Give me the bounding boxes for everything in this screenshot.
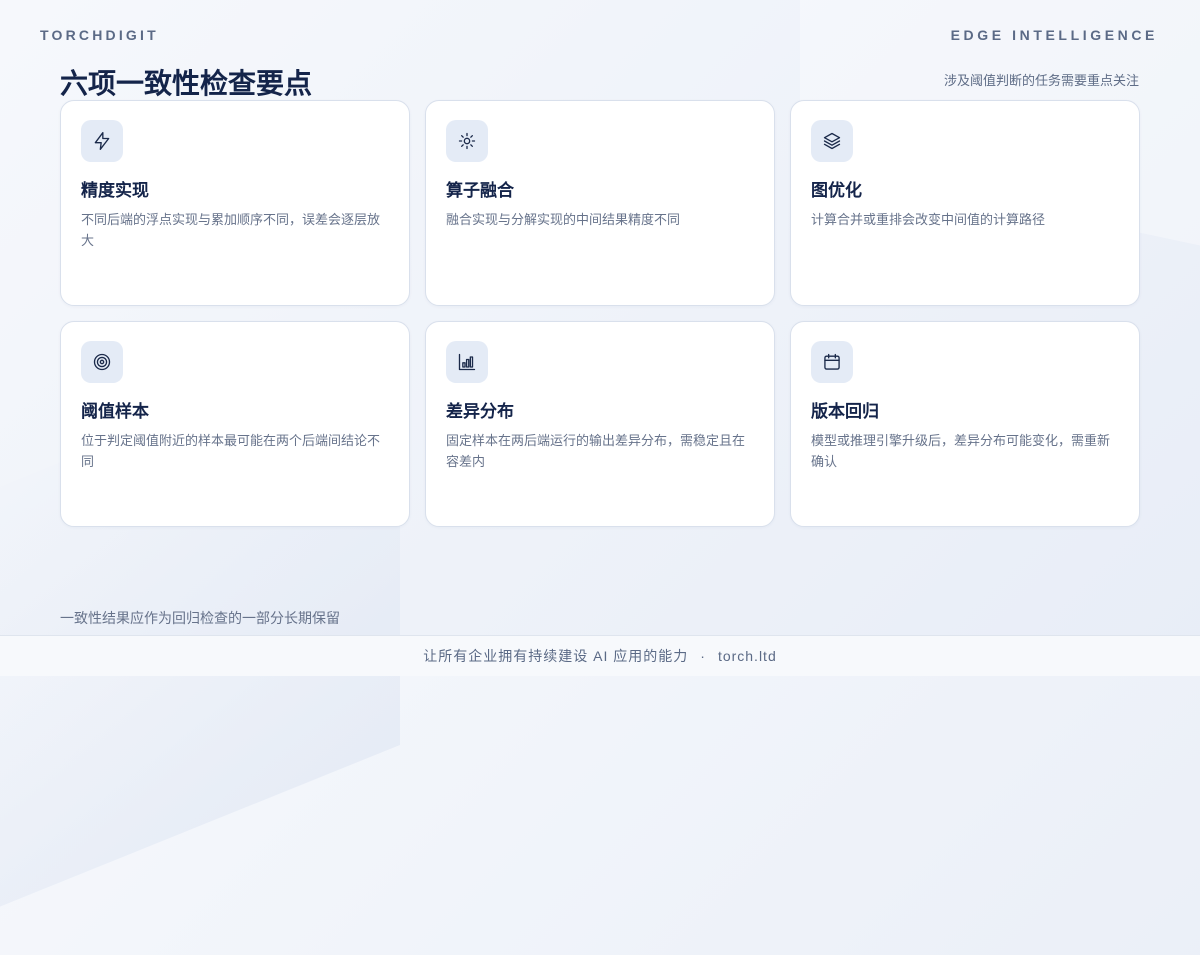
card-description: 不同后端的浮点实现与累加顺序不同，误差会逐层放大 bbox=[81, 212, 381, 248]
card-title: 差异分布 bbox=[446, 402, 514, 421]
card-precision: 精度实现 不同后端的浮点实现与累加顺序不同，误差会逐层放大 bbox=[60, 100, 410, 306]
card-title: 版本回归 bbox=[811, 402, 879, 421]
target-icon bbox=[81, 341, 123, 383]
card-description: 计算合并或重排会改变中间值的计算路径 bbox=[811, 212, 1046, 227]
card-title: 算子融合 bbox=[446, 181, 514, 200]
calendar-icon bbox=[811, 341, 853, 383]
page-subtitle: 涉及阈值判断的任务需要重点关注 bbox=[943, 73, 1139, 88]
card-description: 模型或推理引擎升级后，差异分布可能变化，需重新确认 bbox=[811, 433, 1111, 469]
card-graph-optimization: 图优化 计算合并或重排会改变中间值的计算路径 bbox=[790, 100, 1140, 306]
footer: 让所有企业拥有持续建设 AI 应用的能力 · torch.ltd bbox=[0, 635, 1200, 676]
brand-tagline: EDGE INTELLIGENCE bbox=[950, 27, 1158, 43]
layers-icon bbox=[811, 120, 853, 162]
sun-icon bbox=[446, 120, 488, 162]
card-description: 固定样本在两后端运行的输出差异分布，需稳定且在容差内 bbox=[446, 433, 746, 469]
card-description: 融合实现与分解实现的中间结果精度不同 bbox=[446, 212, 681, 227]
lightning-icon bbox=[81, 120, 123, 162]
footer-slogan: 让所有企业拥有持续建设 AI 应用的能力 bbox=[423, 648, 689, 664]
card-title: 精度实现 bbox=[81, 181, 149, 200]
footer-site-link[interactable]: torch.ltd bbox=[718, 648, 777, 664]
brand-logo-text: TORCHDIGIT bbox=[40, 27, 159, 43]
card-version-regression: 版本回归 模型或推理引擎升级后，差异分布可能变化，需重新确认 bbox=[790, 321, 1140, 527]
card-threshold-samples: 阈值样本 位于判定阈值附近的样本最可能在两个后端间结论不同 bbox=[60, 321, 410, 527]
card-title: 阈值样本 bbox=[81, 402, 149, 421]
bar-chart-icon bbox=[446, 341, 488, 383]
footer-separator: · bbox=[700, 648, 706, 664]
card-description: 位于判定阈值附近的样本最可能在两个后端间结论不同 bbox=[81, 433, 381, 469]
footnote: 一致性结果应作为回归检查的一部分长期保留 bbox=[60, 610, 340, 626]
card-title: 图优化 bbox=[811, 181, 862, 200]
card-operator-fusion: 算子融合 融合实现与分解实现的中间结果精度不同 bbox=[425, 100, 775, 306]
page-title: 六项一致性检查要点 bbox=[60, 68, 313, 99]
card-difference-distribution: 差异分布 固定样本在两后端运行的输出差异分布，需稳定且在容差内 bbox=[425, 321, 775, 527]
cards-grid: 精度实现 不同后端的浮点实现与累加顺序不同，误差会逐层放大 算子融合 融合实现与… bbox=[60, 100, 1140, 527]
